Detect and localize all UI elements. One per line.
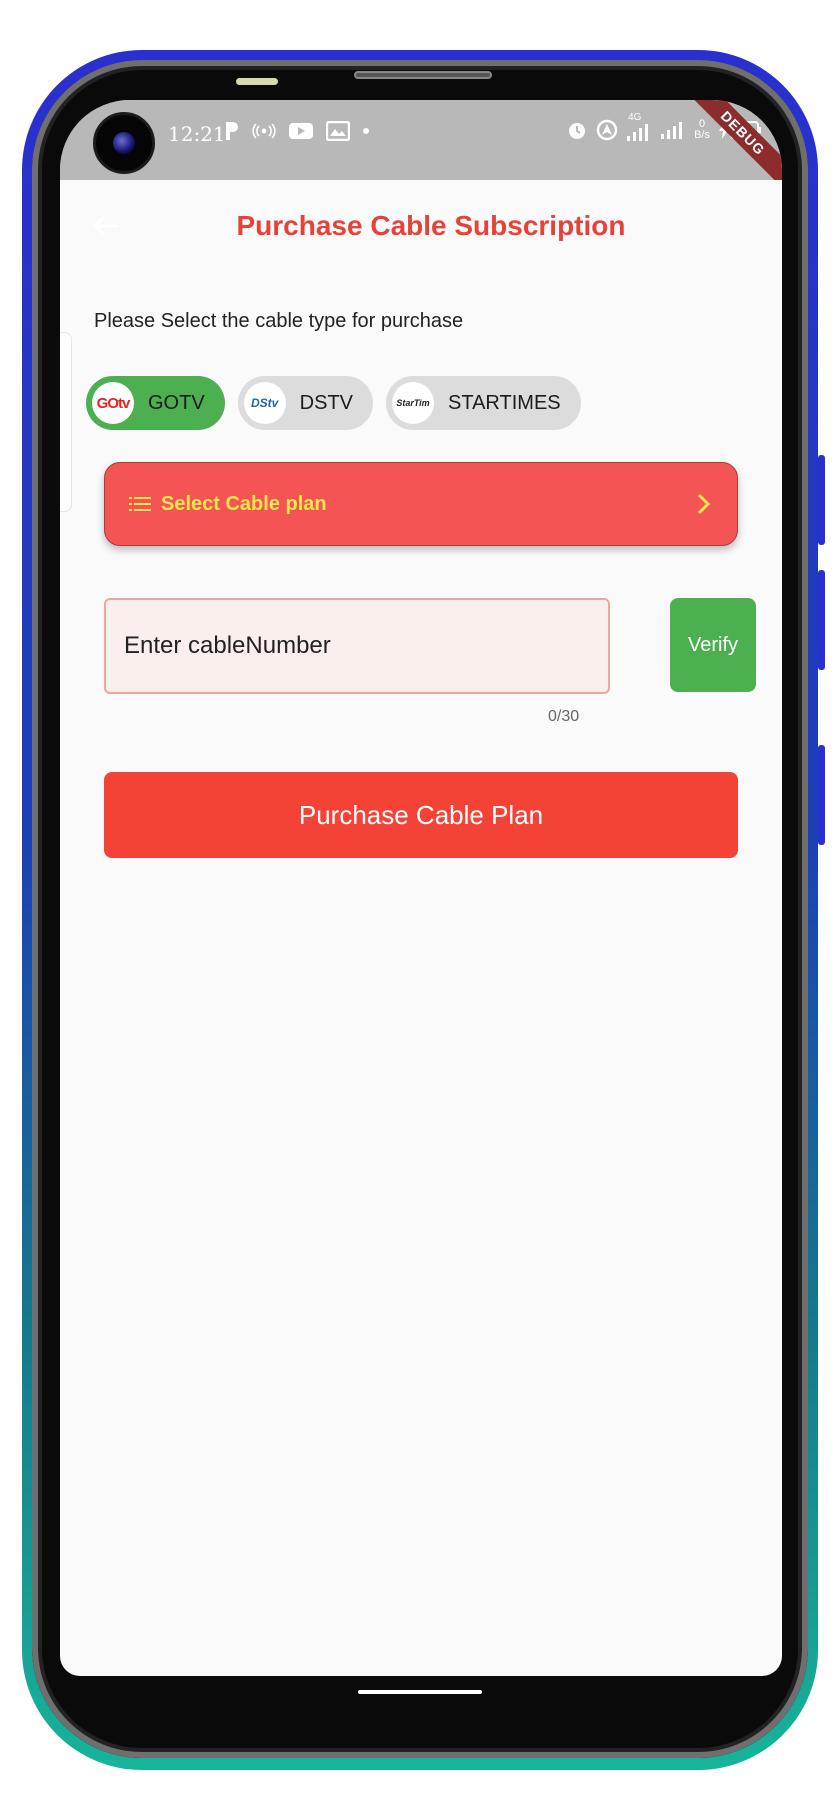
select-plan-label: Select Cable plan	[161, 492, 327, 515]
character-counter: 0/30	[548, 708, 580, 725]
phone-sensor	[236, 78, 278, 85]
verify-button[interactable]: Verify	[670, 598, 756, 692]
startimes-logo: StarTim	[392, 382, 435, 424]
status-time: 12:21	[168, 122, 226, 146]
signal-4g: 4G	[626, 112, 652, 142]
chip-gotv[interactable]: GOtv GOTV	[86, 376, 225, 430]
home-indicator[interactable]	[358, 1690, 482, 1694]
select-cable-plan-button[interactable]: Select Cable plan	[104, 462, 738, 546]
chip-label: STARTIMES	[448, 391, 561, 414]
instruction-text: Please Select the cable type for purchas…	[94, 310, 464, 332]
dot-icon	[363, 128, 369, 134]
alarm-icon	[569, 123, 586, 139]
youtube-icon	[289, 123, 313, 139]
chevron-right-icon	[697, 493, 711, 515]
purchase-cable-plan-button[interactable]: Purchase Cable Plan	[104, 772, 738, 858]
location-icon	[596, 119, 618, 141]
system-nav-bar	[60, 1676, 782, 1756]
net-speed: 0 B/s	[694, 119, 710, 141]
status-bar: 12:21 4G 0 B/s 94 D	[60, 100, 782, 194]
gotv-logo-text: GOtv	[96, 394, 131, 412]
app-bar: Purchase Cable Subscription	[60, 180, 782, 276]
net-speed-unit: B/s	[694, 129, 710, 141]
chip-dstv[interactable]: DStv DSTV	[237, 376, 374, 430]
phone-side-button	[818, 455, 825, 545]
app-screen: 12:21 4G 0 B/s 94 D	[60, 100, 782, 1676]
cable-number-input[interactable]	[104, 598, 610, 694]
status-icons-left	[224, 120, 370, 142]
signal-icon	[627, 124, 649, 141]
dstv-logo: DStv	[243, 382, 286, 424]
phone-side-button	[818, 745, 825, 845]
side-drawer-handle[interactable]	[60, 332, 72, 512]
phone-side-button	[818, 570, 825, 670]
gallery-icon	[326, 121, 350, 141]
dstv-logo-text: DStv	[251, 396, 279, 410]
list-icon	[129, 497, 151, 511]
phone-speaker	[354, 71, 492, 79]
hotspot-icon	[252, 123, 276, 139]
chip-label: DSTV	[299, 391, 354, 414]
cable-type-selector: GOtv GOTV DStv DSTV StarTim STARTIMES	[86, 376, 581, 430]
page-title: Purchase Cable Subscription	[236, 210, 626, 241]
parking-icon	[226, 122, 238, 140]
front-camera	[93, 112, 155, 174]
chip-startimes[interactable]: StarTim STARTIMES	[386, 376, 581, 430]
gotv-logo: GOtv	[92, 382, 134, 424]
signal-icon	[661, 122, 683, 139]
startimes-logo-text: StarTim	[396, 398, 430, 408]
chip-label: GOTV	[148, 391, 205, 414]
